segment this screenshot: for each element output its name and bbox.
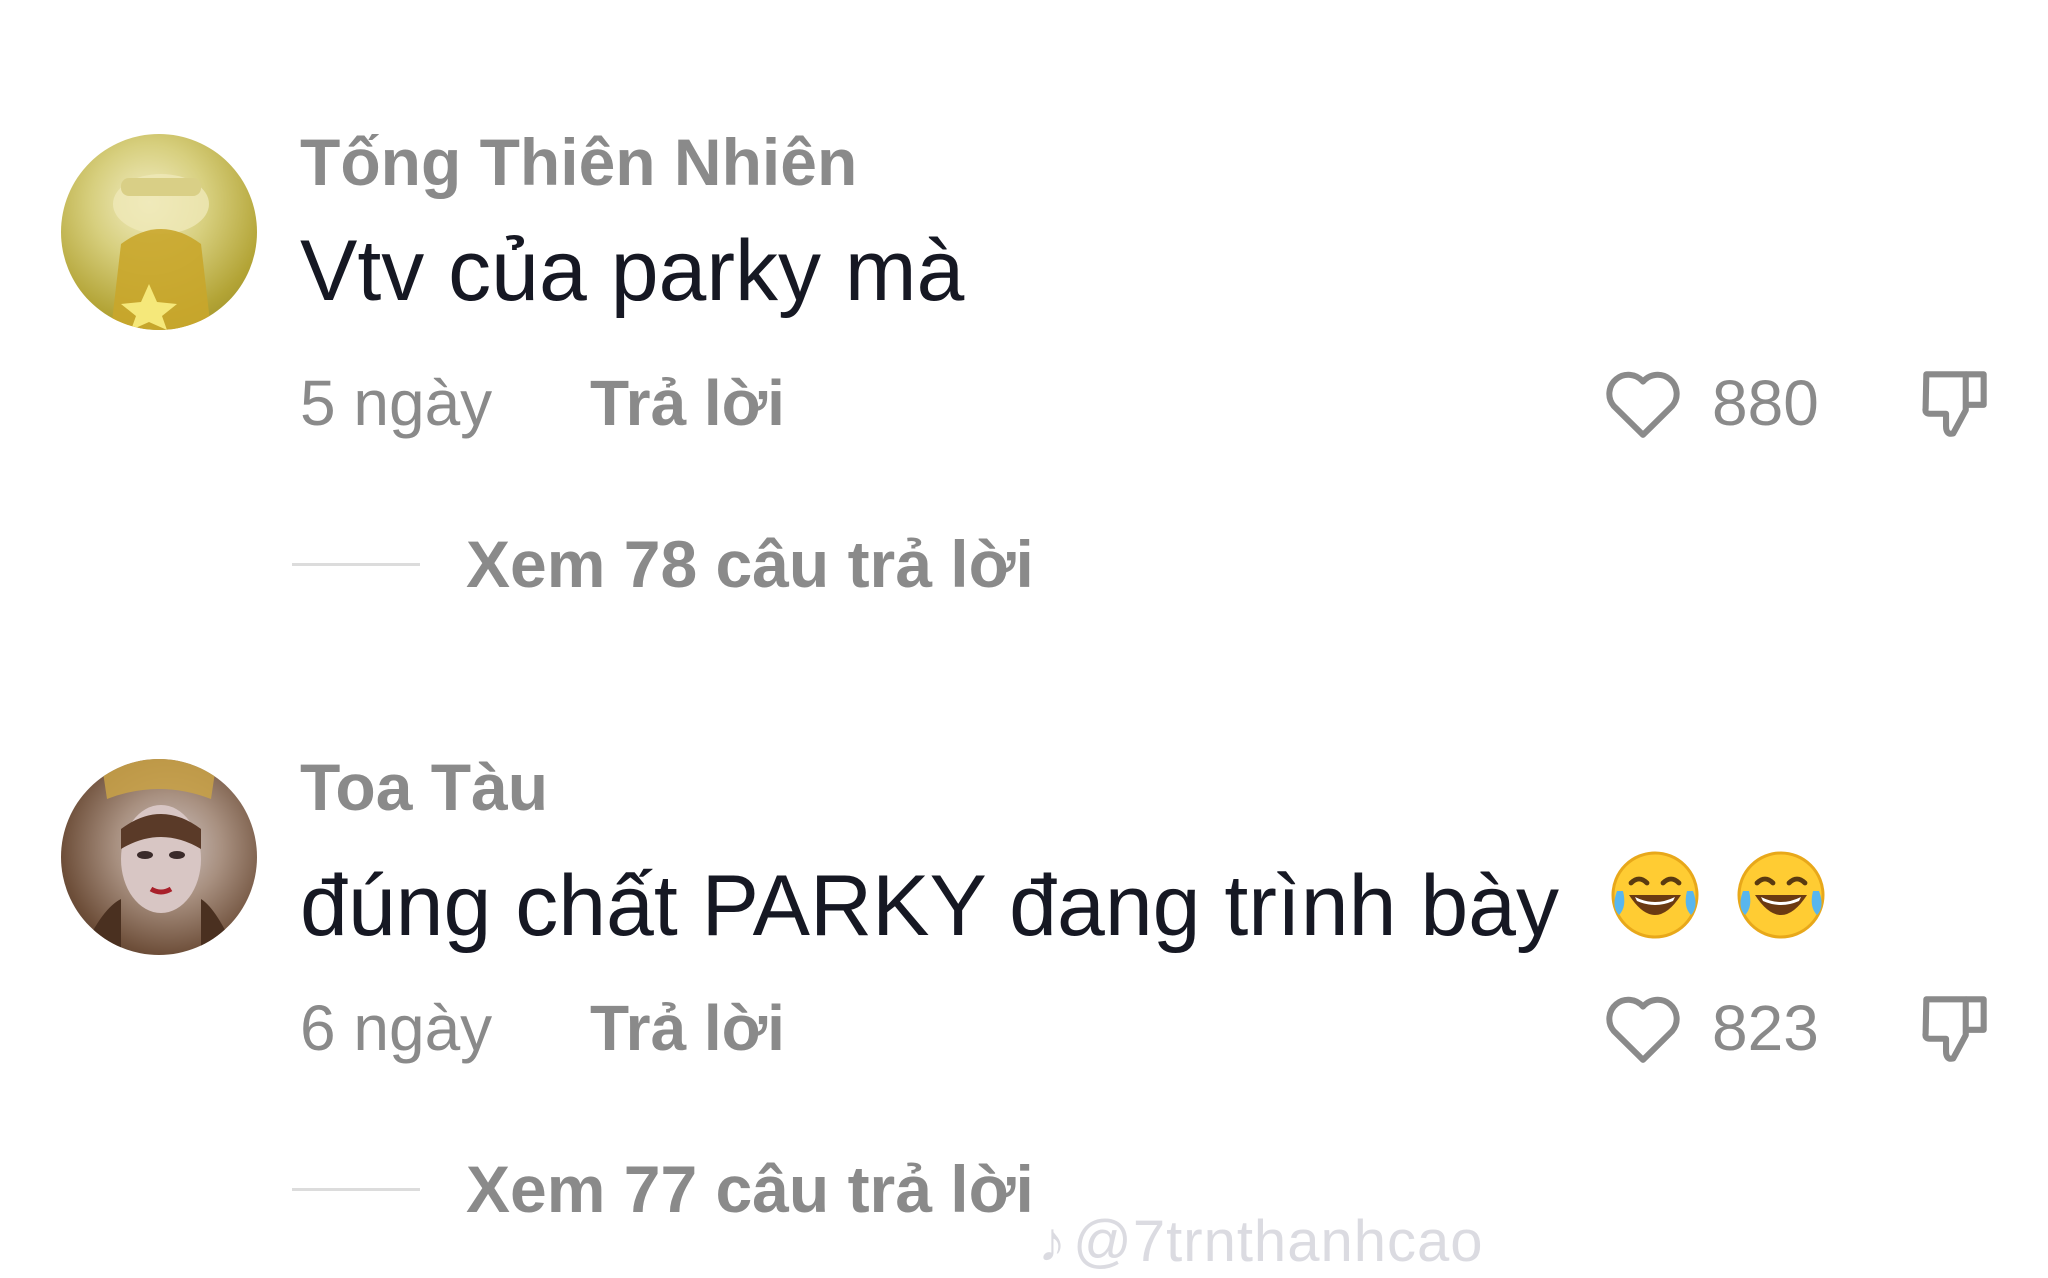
like-count: 880 [1712, 367, 1819, 439]
comment-text-content: đúng chất PARKY đang trình bày [300, 858, 1560, 954]
comment-username[interactable]: Toa Tàu [300, 749, 548, 825]
tiktok-logo-icon: ♪ [1038, 1210, 1067, 1273]
avatar[interactable] [61, 759, 257, 955]
comment-date: 5 ngày [300, 367, 493, 439]
like-count: 823 [1712, 992, 1819, 1064]
tears-of-joy-emoji-icon [1737, 851, 1825, 939]
reply-button[interactable]: Trả lời [590, 991, 785, 1065]
comment-item: Tống Thiên Nhiên Vtv của parky mà 5 ngày… [0, 0, 2048, 620]
comment-item: Toa Tàu đúng chất PARKY đang trình bày 6… [0, 625, 2048, 1245]
view-replies-button[interactable]: Xem 77 câu trả lời [466, 1151, 1034, 1227]
heart-icon[interactable] [1598, 983, 1688, 1073]
comment-text: Vtv của parky mà [300, 222, 964, 321]
watermark-handle: @7trnthanhcao [1073, 1209, 1484, 1274]
comment-date: 6 ngày [300, 992, 493, 1064]
tears-of-joy-emoji-icon [1611, 851, 1699, 939]
comment-username[interactable]: Tống Thiên Nhiên [300, 124, 857, 200]
watermark: ♪ @7trnthanhcao [1038, 1208, 1483, 1275]
comment-text-content: Vtv của parky mà [300, 223, 965, 319]
emoji-group [1607, 847, 1835, 964]
thumbs-down-icon[interactable] [1912, 983, 1998, 1073]
divider-line [292, 563, 420, 566]
comment-text: đúng chất PARKY đang trình bày [300, 847, 1835, 964]
avatar[interactable] [61, 134, 257, 330]
view-replies-button[interactable]: Xem 78 câu trả lời [466, 526, 1034, 602]
thumbs-down-icon[interactable] [1912, 358, 1998, 448]
reply-button[interactable]: Trả lời [590, 366, 785, 440]
heart-icon[interactable] [1598, 358, 1688, 448]
divider-line [292, 1188, 420, 1191]
